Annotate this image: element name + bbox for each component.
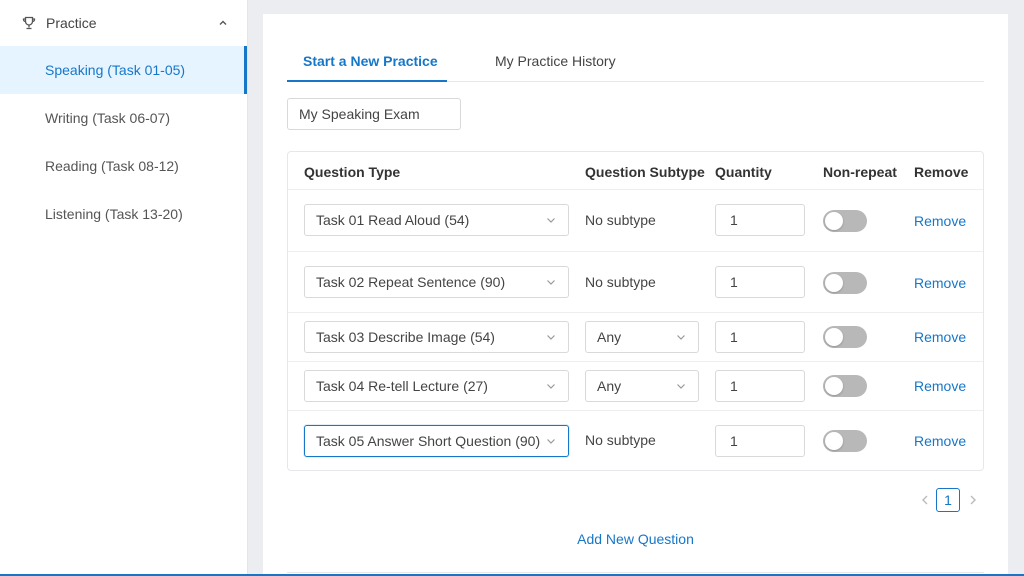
question-type-select[interactable]: Task 05 Answer Short Question (90) (304, 425, 569, 457)
quantity-input[interactable] (715, 321, 805, 353)
active-tab-indicator (287, 80, 447, 82)
toggle-knob (825, 432, 843, 450)
remove-link[interactable]: Remove (914, 378, 966, 394)
header-non-repeat: Non-repeat (823, 164, 897, 180)
table-row: Task 02 Repeat Sentence (90) No subtype … (288, 252, 983, 313)
remove-link[interactable]: Remove (914, 433, 966, 449)
quantity-input[interactable] (715, 370, 805, 402)
question-type-select[interactable]: Task 04 Re-tell Lecture (27) (304, 370, 569, 402)
chevron-left-icon[interactable] (918, 493, 932, 507)
exam-name-input[interactable] (287, 98, 461, 130)
non-repeat-toggle[interactable] (823, 375, 867, 397)
question-type-value: Task 02 Repeat Sentence (90) (316, 274, 506, 290)
non-repeat-toggle[interactable] (823, 210, 867, 232)
main-panel: Start a New Practice My Practice History… (263, 14, 1008, 576)
chevron-down-icon (545, 214, 557, 226)
toggle-knob (825, 328, 843, 346)
header-remove: Remove (914, 164, 969, 180)
table-header: Question Type Question Subtype Quantity … (288, 152, 983, 190)
non-repeat-toggle[interactable] (823, 430, 867, 452)
pagination-current-page[interactable]: 1 (936, 488, 960, 512)
quantity-input[interactable] (715, 266, 805, 298)
remove-link[interactable]: Remove (914, 329, 966, 345)
sidebar-group-label: Practice (46, 15, 97, 31)
sidebar-item-writing[interactable]: Writing (Task 06-07) (0, 94, 247, 142)
question-type-select[interactable]: Task 03 Describe Image (54) (304, 321, 569, 353)
chevron-down-icon (545, 331, 557, 343)
sidebar-item-speaking[interactable]: Speaking (Task 01-05) (0, 46, 247, 94)
toggle-knob (825, 212, 843, 230)
question-type-value: Task 01 Read Aloud (54) (316, 212, 470, 228)
sidebar-item-reading[interactable]: Reading (Task 08-12) (0, 142, 247, 190)
table-row: Task 04 Re-tell Lecture (27) Any Remove (288, 362, 983, 411)
remove-link[interactable]: Remove (914, 213, 966, 229)
chevron-down-icon (675, 331, 687, 343)
sidebar: Practice Speaking (Task 01-05) Writing (… (0, 0, 248, 576)
tab-bar: Start a New Practice My Practice History (287, 52, 984, 82)
non-repeat-toggle[interactable] (823, 326, 867, 348)
table-row: Task 03 Describe Image (54) Any Remove (288, 313, 983, 362)
table-row: Task 05 Answer Short Question (90) No su… (288, 411, 983, 471)
question-type-value: Task 04 Re-tell Lecture (27) (316, 378, 488, 394)
question-type-select[interactable]: Task 02 Repeat Sentence (90) (304, 266, 569, 298)
non-repeat-toggle[interactable] (823, 272, 867, 294)
chevron-down-icon (545, 380, 557, 392)
question-subtype-value: Any (597, 378, 622, 394)
sidebar-group-practice[interactable]: Practice (0, 0, 247, 46)
toggle-knob (825, 274, 843, 292)
question-type-select[interactable]: Task 01 Read Aloud (54) (304, 204, 569, 236)
tab-my-practice-history[interactable]: My Practice History (495, 52, 616, 82)
question-table: Question Type Question Subtype Quantity … (287, 151, 984, 471)
question-subtype-value: Any (597, 329, 622, 345)
header-question-type: Question Type (304, 164, 401, 180)
add-new-question-link[interactable]: Add New Question (263, 531, 1008, 547)
question-type-value: Task 03 Describe Image (54) (316, 329, 495, 345)
remove-link[interactable]: Remove (914, 275, 966, 291)
question-type-value: Task 05 Answer Short Question (90) (316, 433, 541, 449)
divider (287, 572, 984, 573)
chevron-down-icon (545, 276, 557, 288)
tab-start-new-practice[interactable]: Start a New Practice (303, 52, 438, 82)
chevron-up-icon (217, 17, 229, 29)
trophy-icon (20, 14, 38, 32)
sidebar-item-listening[interactable]: Listening (Task 13-20) (0, 190, 247, 238)
question-subtype-select[interactable]: Any (585, 370, 699, 402)
question-subtype-text: No subtype (585, 432, 656, 448)
question-subtype-text: No subtype (585, 212, 656, 228)
quantity-input[interactable] (715, 425, 805, 457)
header-quantity: Quantity (715, 164, 772, 180)
chevron-down-icon (675, 380, 687, 392)
table-row: Task 01 Read Aloud (54) No subtype Remov… (288, 190, 983, 252)
quantity-input[interactable] (715, 204, 805, 236)
question-subtype-select[interactable]: Any (585, 321, 699, 353)
chevron-right-icon[interactable] (966, 493, 980, 507)
header-question-subtype: Question Subtype (585, 164, 705, 180)
toggle-knob (825, 377, 843, 395)
question-subtype-text: No subtype (585, 274, 656, 290)
chevron-down-icon (545, 435, 557, 447)
